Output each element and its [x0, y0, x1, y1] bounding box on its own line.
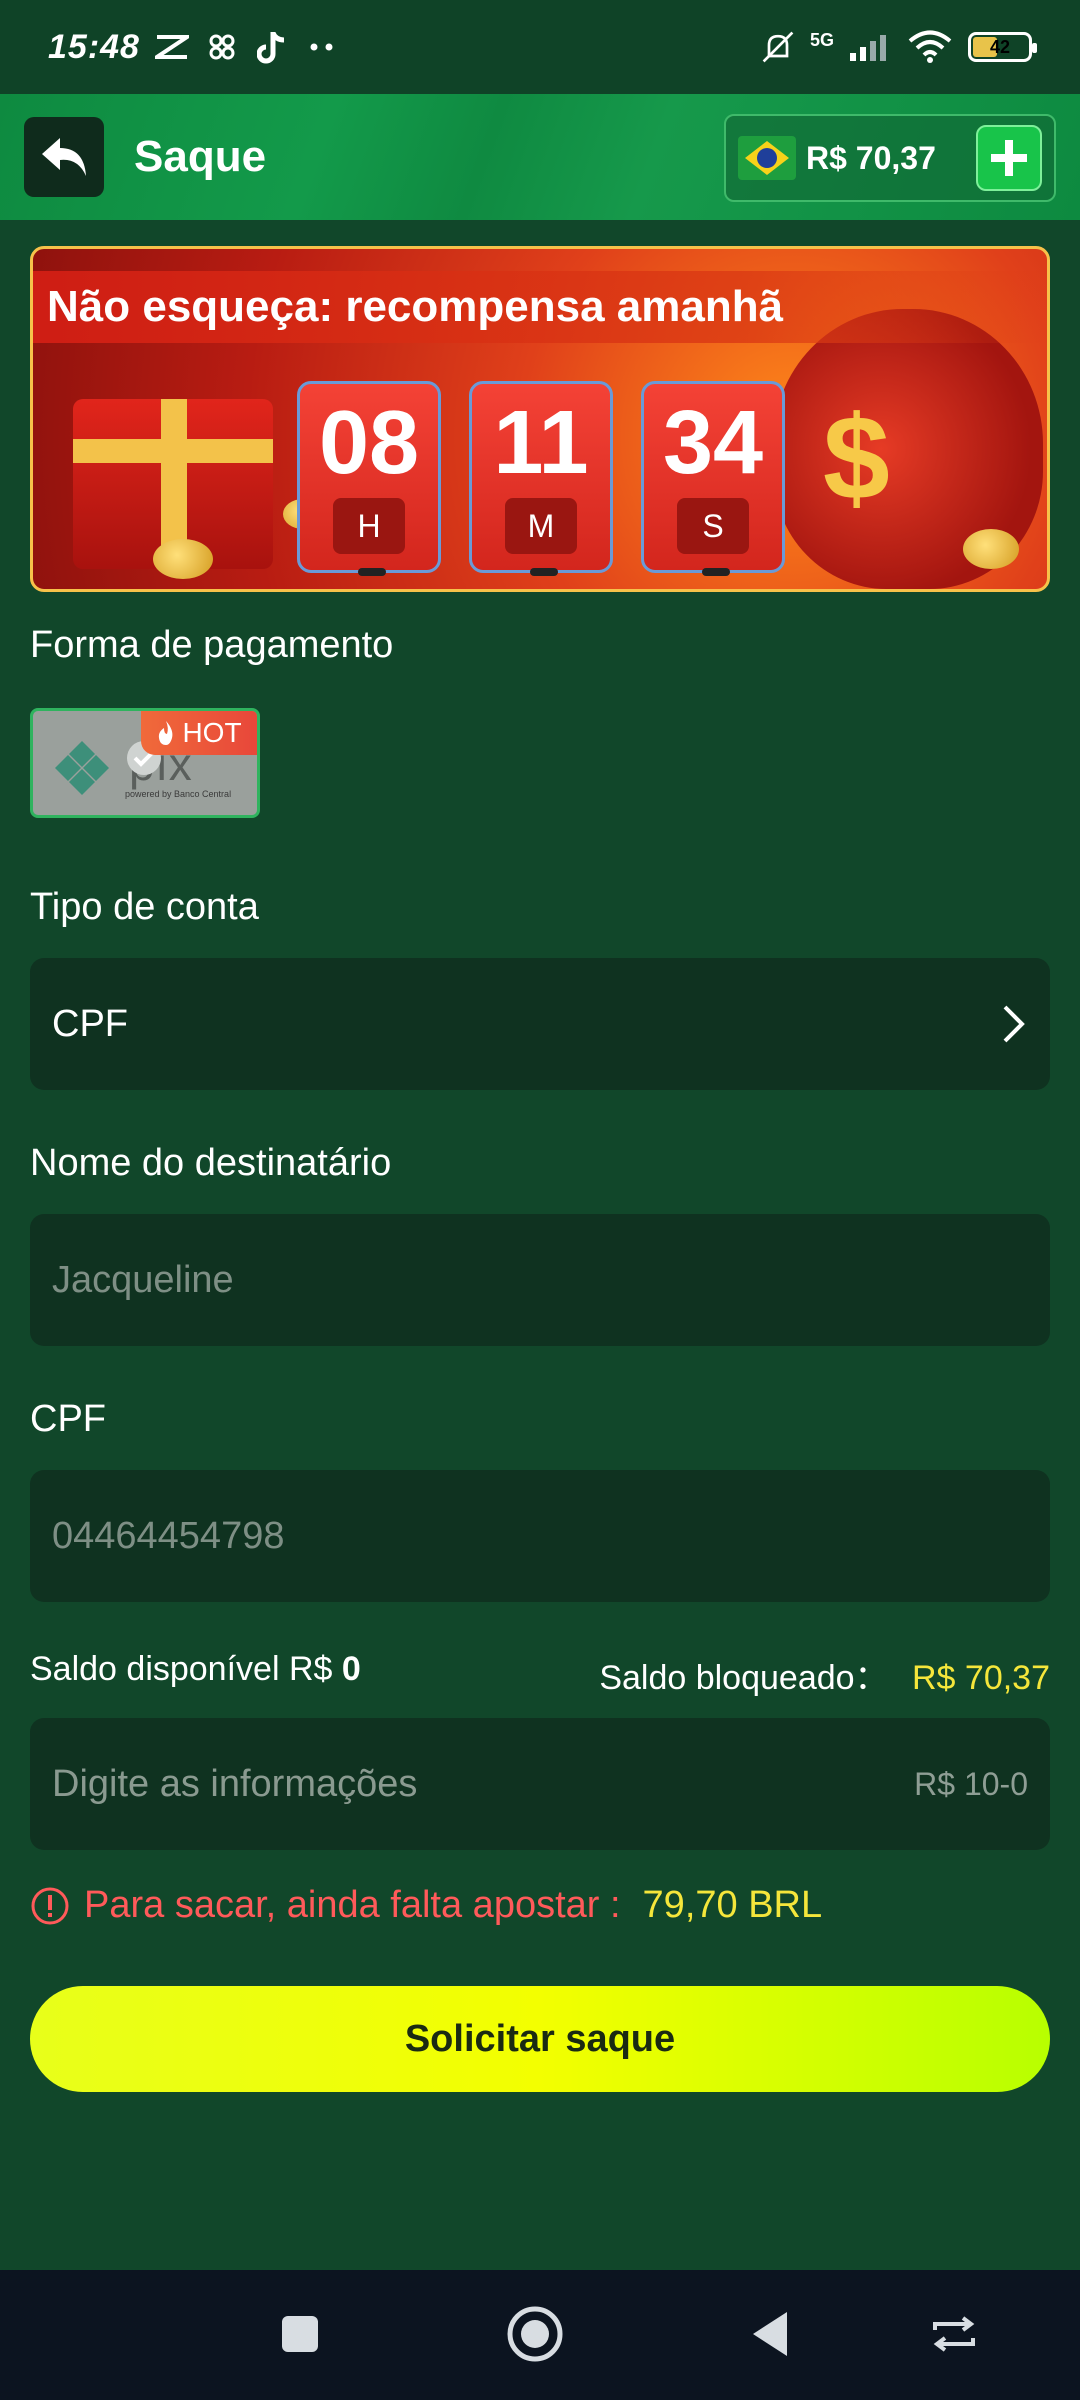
timer-seconds: 34 S — [641, 381, 785, 576]
available-balance: Saldo disponível R$ 0 — [30, 1650, 361, 1699]
timer-hours-value: 08 — [318, 393, 420, 493]
more-notifications-icon — [304, 29, 340, 65]
signal-icon — [848, 29, 892, 65]
alert-icon — [31, 1887, 69, 1924]
account-type-label: Tipo de conta — [30, 886, 259, 928]
hot-badge: HOT — [141, 711, 257, 755]
available-balance-value: 0 — [341, 1650, 361, 1688]
back-button[interactable] — [24, 117, 104, 197]
hot-label: HOT — [182, 717, 242, 748]
pix-subtext: powered by Banco Central — [125, 789, 232, 799]
reward-banner[interactable]: $ Não esqueça: recompensa amanhã 08 H 11… — [30, 246, 1050, 592]
dollar-sign-icon: $ — [823, 391, 890, 525]
chevron-right-icon — [1003, 1005, 1025, 1043]
recipient-label: Nome do destinatário — [30, 1142, 392, 1184]
status-bar: 15:48 5G 42 — [0, 0, 1080, 94]
blocked-balance: Saldo bloqueado： R$ 70,37 — [599, 1650, 1050, 1699]
timer-seconds-unit: S — [677, 498, 749, 554]
home-circle-icon — [507, 2306, 563, 2362]
wifi-icon — [906, 29, 954, 65]
countdown-timer: 08 H 11 M 34 S — [297, 381, 785, 576]
recipient-name-input[interactable]: Jacqueline — [30, 1214, 1050, 1346]
timer-minutes-unit: M — [505, 498, 577, 554]
square-icon — [282, 2316, 318, 2352]
balance-widget[interactable]: R$ 70,37 — [724, 114, 1056, 202]
back-nav-button[interactable] — [740, 2304, 800, 2364]
amount-input[interactable]: Digite as informações R$ 10-0 — [30, 1718, 1050, 1850]
battery-level: 42 — [989, 36, 1011, 57]
timer-hours-unit: H — [333, 498, 405, 554]
flame-icon — [159, 721, 173, 745]
balance-amount: R$ 70,37 — [806, 139, 936, 176]
banner-title-band: Não esqueça: recompensa amanhã — [33, 271, 1047, 343]
brazil-flag-icon — [738, 136, 796, 180]
status-time: 15:48 — [48, 27, 140, 66]
battery-icon: 42 — [968, 32, 1037, 62]
cpf-label: CPF — [30, 1398, 106, 1440]
deposit-plus-button[interactable] — [976, 125, 1042, 191]
account-type-select[interactable]: CPF — [30, 958, 1050, 1090]
system-nav-bar — [0, 2270, 1080, 2400]
warning-text: Para sacar, ainda falta apostar : — [84, 1884, 621, 1926]
mute-icon — [760, 29, 796, 65]
available-balance-label: Saldo disponível R$ — [30, 1650, 333, 1688]
cpf-placeholder: 04464454798 — [52, 1514, 285, 1557]
account-type-value: CPF — [52, 1002, 128, 1045]
recents-button[interactable] — [270, 2304, 330, 2364]
payment-method-label: Forma de pagamento — [30, 624, 394, 666]
bet-requirement-warning: Para sacar, ainda falta apostar : 79,70 … — [30, 1884, 822, 1927]
rotate-button[interactable] — [924, 2304, 984, 2364]
page-title: Saque — [134, 132, 267, 181]
triangle-back-icon — [753, 2312, 787, 2356]
timer-minutes: 11 M — [469, 381, 613, 576]
timer-minutes-value: 11 — [493, 393, 589, 493]
blocked-balance-label: Saldo bloqueado： — [599, 1659, 889, 1697]
banner-title: Não esqueça: recompensa amanhã — [47, 282, 784, 331]
app-header: Saque R$ 70,37 — [0, 94, 1080, 220]
timer-hours: 08 H — [297, 381, 441, 576]
network-label: 5G — [809, 29, 834, 50]
coin-icon — [153, 539, 213, 579]
back-arrow-icon — [42, 138, 86, 176]
apps-icon — [204, 29, 240, 65]
coin-icon — [963, 529, 1019, 569]
balance-info-row: Saldo disponível R$ 0 Saldo bloqueado： R… — [30, 1650, 1050, 1699]
request-withdrawal-button[interactable]: Solicitar saque — [30, 1986, 1050, 2092]
home-button[interactable] — [505, 2304, 565, 2364]
blocked-balance-value: R$ 70,37 — [912, 1659, 1050, 1697]
cpf-input[interactable]: 04464454798 — [30, 1470, 1050, 1602]
amount-range: R$ 10-0 — [914, 1765, 1028, 1802]
warning-amount: 79,70 BRL — [642, 1884, 823, 1926]
timer-seconds-value: 34 — [662, 393, 764, 493]
pix-payment-option[interactable]: pix powered by Banco Central HOT — [30, 708, 260, 818]
recipient-placeholder: Jacqueline — [52, 1258, 234, 1301]
plus-icon — [991, 140, 1027, 176]
pix-logo-icon — [55, 741, 109, 795]
capcut-icon — [154, 29, 190, 65]
rotate-screen-icon — [933, 2316, 975, 2352]
amount-placeholder: Digite as informações — [52, 1762, 418, 1805]
tiktok-icon — [254, 29, 290, 65]
